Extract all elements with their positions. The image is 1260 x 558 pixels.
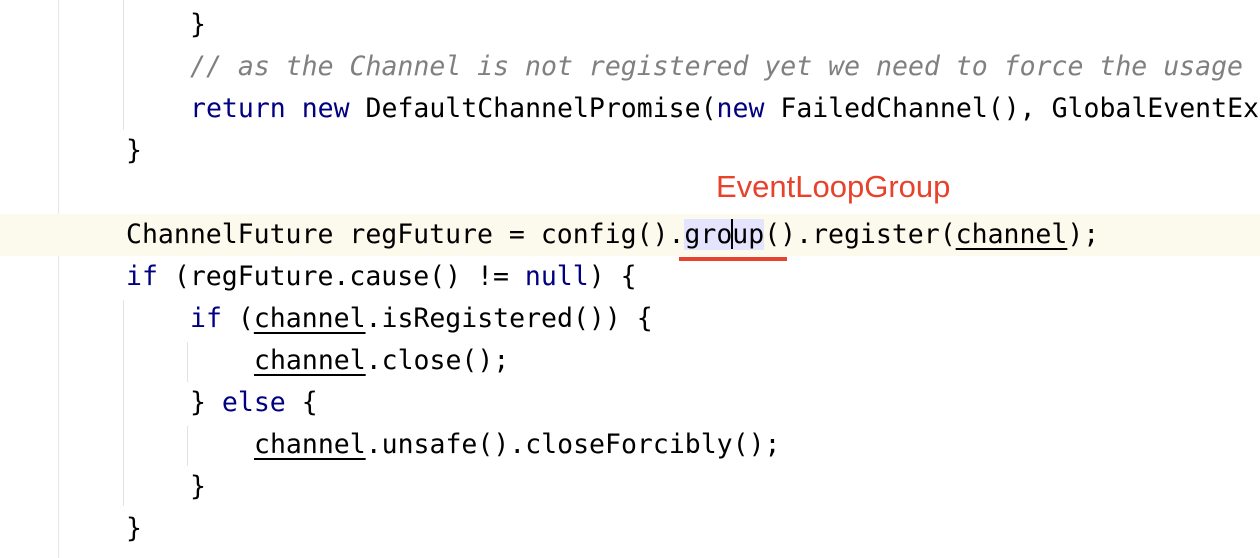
indent-guide bbox=[187, 426, 188, 466]
code-line[interactable]: channel.unsafe().closeForcibly(); bbox=[254, 424, 781, 466]
code-line-current[interactable]: ChannelFuture regFuture = config().group… bbox=[126, 214, 1099, 256]
code-line[interactable]: channel.close(); bbox=[254, 340, 509, 382]
code-editor[interactable]: } // as the Channel is not registered ye… bbox=[0, 0, 1260, 558]
keyword-else: else bbox=[221, 387, 286, 418]
code-line[interactable]: if (channel.isRegistered()) { bbox=[190, 298, 653, 340]
code-line[interactable]: // as the Channel is not registered yet … bbox=[190, 46, 1243, 88]
code-line[interactable]: } bbox=[126, 130, 142, 172]
keyword-new: new bbox=[301, 93, 350, 124]
code-text: } bbox=[190, 387, 222, 418]
code-line[interactable]: } bbox=[190, 466, 206, 508]
code-text: .isRegistered()) { bbox=[365, 303, 653, 334]
code-comment: // as the Channel is not registered yet … bbox=[190, 51, 1243, 82]
annotation-underline bbox=[679, 257, 787, 261]
text-caret bbox=[731, 218, 734, 249]
code-text: ( bbox=[221, 303, 254, 334]
gutter-divider bbox=[58, 0, 59, 558]
code-text: ) { bbox=[588, 261, 637, 292]
code-text: .close(); bbox=[365, 345, 510, 376]
code-text: { bbox=[285, 387, 318, 418]
identifier-highlight[interactable]: gro bbox=[684, 219, 733, 250]
code-line[interactable]: } bbox=[190, 4, 206, 46]
code-text: } bbox=[126, 135, 142, 166]
code-line[interactable]: return new DefaultChannelPromise(new Fai… bbox=[190, 88, 1259, 130]
field-reference[interactable]: channel bbox=[956, 219, 1068, 250]
code-text: } bbox=[190, 471, 206, 502]
keyword-null: null bbox=[524, 261, 589, 292]
code-text: ().register( bbox=[764, 219, 956, 250]
code-line[interactable]: if (regFuture.cause() != null) { bbox=[126, 256, 637, 298]
code-text: } bbox=[126, 513, 142, 544]
indent-guide bbox=[187, 342, 188, 382]
code-text: .unsafe().closeForcibly(); bbox=[365, 429, 781, 460]
code-text: DefaultChannelPromise( bbox=[349, 93, 717, 124]
field-reference[interactable]: channel bbox=[254, 345, 366, 376]
code-line[interactable]: } else { bbox=[190, 382, 318, 424]
keyword-return: return bbox=[190, 93, 286, 124]
field-reference[interactable]: channel bbox=[254, 429, 366, 460]
keyword-if: if bbox=[190, 303, 222, 334]
code-text: ChannelFuture regFuture = config(). bbox=[126, 219, 685, 250]
identifier-highlight[interactable]: up bbox=[732, 219, 765, 250]
indent-guide bbox=[123, 300, 124, 506]
code-text: FailedChannel(), GlobalEventEx bbox=[764, 93, 1259, 124]
field-reference[interactable]: channel bbox=[254, 303, 366, 334]
keyword-if: if bbox=[126, 261, 158, 292]
code-text: (regFuture.cause() != bbox=[157, 261, 525, 292]
code-text: } bbox=[190, 9, 206, 40]
indent-guide bbox=[123, 0, 124, 130]
keyword-new: new bbox=[716, 93, 765, 124]
code-line[interactable]: } bbox=[126, 508, 142, 550]
code-text: ); bbox=[1067, 219, 1100, 250]
annotation-label: EventLoopGroup bbox=[716, 169, 951, 204]
